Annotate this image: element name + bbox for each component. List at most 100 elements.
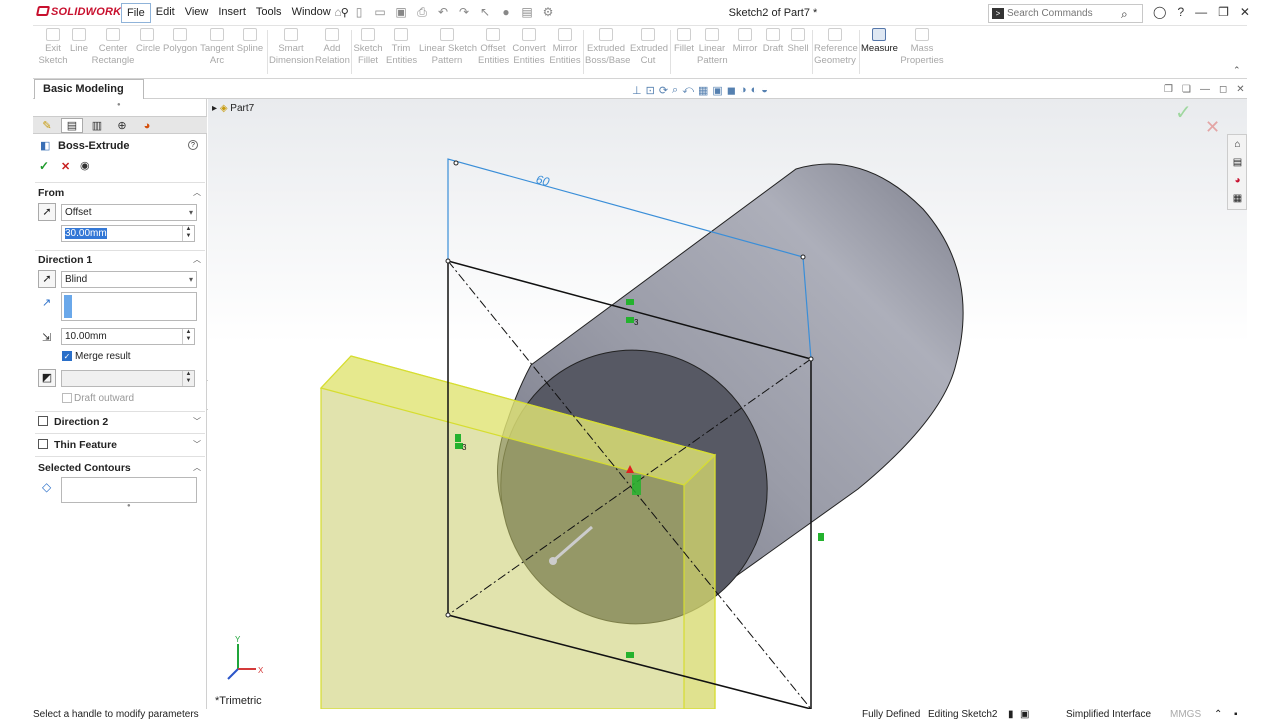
shell-button[interactable]: Shell — [787, 28, 809, 55]
appearance-icon[interactable]: ◐ — [751, 84, 758, 97]
restore-icon[interactable]: ❐ — [1218, 5, 1229, 19]
cancel-x-icon[interactable]: ✕ — [61, 160, 70, 173]
thin-feature-label[interactable]: Thin Feature — [54, 439, 117, 451]
rebuild-icon[interactable]: ● — [499, 6, 513, 19]
chevron-down-icon[interactable]: ﹀ — [193, 416, 201, 427]
chevron-up-icon[interactable]: ︿ — [193, 254, 201, 265]
vertical-relation-icon[interactable] — [818, 533, 824, 541]
menu-edit[interactable]: Edit — [151, 3, 180, 23]
offset-value-input[interactable]: 30.00mm ▲ ▼ — [61, 225, 195, 242]
direction1-section-header[interactable]: Direction 1 — [38, 254, 92, 266]
spinner-icon[interactable]: ▲ ▼ — [182, 329, 194, 344]
search-icon[interactable]: ⌕ — [1121, 7, 1128, 22]
draft-button[interactable]: Draft — [761, 28, 785, 55]
from-section-header[interactable]: From — [38, 187, 64, 199]
offset-entities-button[interactable]: Offset Entities — [478, 28, 509, 66]
polygon-button[interactable]: Polygon — [163, 28, 197, 55]
confirm-corner-cancel-icon[interactable]: ✕ — [1205, 117, 1220, 138]
mirror-button[interactable]: Mirror — [731, 28, 759, 55]
print-icon[interactable]: ⎙ — [415, 6, 429, 19]
direction2-checkbox[interactable] — [38, 416, 48, 426]
measure-button[interactable]: Measure — [861, 28, 898, 55]
center-rectangle-button[interactable]: Center Rectangle — [91, 28, 135, 66]
draft-toggle-icon[interactable]: ◩ — [38, 369, 56, 387]
scene-icon[interactable]: ◒ — [761, 84, 768, 97]
line-button[interactable]: Line — [69, 28, 89, 55]
convert-entities-button[interactable]: Convert Entities — [511, 28, 547, 66]
sketch-point[interactable] — [445, 612, 451, 618]
feature-tree-root[interactable]: ▸ ◈ Part7 — [212, 103, 254, 114]
minimize-icon[interactable]: — — [1195, 5, 1207, 19]
confirm-corner-ok-icon[interactable]: ✓ — [1175, 100, 1192, 125]
depth-input[interactable]: 10.00mm ▲ ▼ — [61, 328, 195, 345]
sketch-status-icon[interactable]: ▣ — [1020, 709, 1029, 721]
viewport-maximize-icon[interactable]: ◻ — [1219, 84, 1227, 95]
linear-sketch-pattern-button[interactable]: Linear Sketch Pattern — [419, 28, 477, 66]
search-commands[interactable]: > ⌕ — [988, 4, 1143, 23]
spinner-icon[interactable]: ▲ ▼ — [182, 371, 194, 386]
direction-handle[interactable] — [549, 557, 557, 565]
vertical-relation-icon[interactable] — [455, 434, 461, 442]
open-icon[interactable]: ▭ — [373, 6, 387, 19]
select-icon[interactable]: ↖ — [478, 6, 492, 19]
spline-button[interactable]: Spline — [236, 28, 264, 55]
help-icon[interactable]: ? — [188, 140, 198, 150]
options-gear-icon[interactable]: ⚙ — [541, 6, 555, 19]
collapse-ribbon-icon[interactable]: ⌃ — [1233, 65, 1241, 76]
property-manager-tab-icon[interactable]: ▤ — [61, 118, 83, 133]
midpoint-relation-icon[interactable] — [632, 475, 641, 495]
resize-handle-icon[interactable]: ● — [127, 503, 131, 509]
units-system[interactable]: MMGS — [1170, 709, 1201, 721]
hide-show-icon[interactable]: ◑ — [740, 84, 747, 97]
sketch-fillet-button[interactable]: Sketch Fillet — [353, 28, 383, 66]
end-condition-select[interactable]: Blind ▾ — [61, 271, 197, 288]
display-manager-tab-icon[interactable]: ◕ — [136, 118, 158, 133]
save-icon[interactable]: ▣ — [394, 6, 408, 19]
home-icon[interactable]: ⌂ — [331, 6, 345, 19]
search-input[interactable] — [1007, 6, 1117, 21]
add-relation-button[interactable]: Add Relation — [315, 28, 350, 66]
sketch-point[interactable] — [808, 356, 814, 362]
custom-properties-icon[interactable]: ▦ — [1231, 192, 1244, 205]
from-type-select[interactable]: Offset ▾ — [61, 204, 197, 221]
thin-feature-checkbox[interactable] — [38, 439, 48, 449]
new-document-icon[interactable]: ▯ — [352, 6, 366, 19]
horizontal-relation-icon[interactable] — [626, 299, 634, 305]
view-settings-icon[interactable]: ▣ — [712, 84, 722, 97]
menu-file[interactable]: File — [121, 3, 151, 23]
exit-sketch-button[interactable]: Exit Sketch — [38, 28, 68, 66]
resources-icon[interactable]: ⌂ — [1231, 138, 1244, 151]
merge-result-checkbox[interactable]: ✓ — [62, 351, 72, 361]
ok-checkmark-icon[interactable]: ✓ — [39, 159, 49, 173]
fillet-button[interactable]: Fillet — [672, 28, 696, 55]
dimension-handle[interactable] — [800, 254, 806, 260]
menu-window[interactable]: Window — [287, 3, 336, 23]
menu-tools[interactable]: Tools — [251, 3, 287, 23]
viewport-tile-icon[interactable]: ❏ — [1182, 84, 1191, 95]
horizontal-relation-icon[interactable] — [626, 652, 634, 658]
reverse-direction-icon[interactable]: ➚ — [38, 270, 56, 288]
reverse-direction-icon[interactable]: ➚ — [38, 203, 56, 221]
units-chevron-icon[interactable]: ⌃ — [1214, 709, 1222, 721]
zoom-area-icon[interactable]: ⌕ — [672, 84, 678, 97]
zoom-fit-icon[interactable]: ⊡ — [646, 84, 655, 97]
viewport-restore-icon[interactable]: ❐ — [1164, 84, 1173, 95]
display-style-icon[interactable]: ◼ — [727, 84, 736, 97]
rebuild-status-icon[interactable]: ▮ — [1008, 709, 1014, 721]
panel-handle-icon[interactable]: ● — [117, 102, 121, 108]
previous-view-icon[interactable]: ⤺ — [682, 84, 694, 97]
interface-mode[interactable]: Simplified Interface — [1066, 709, 1151, 721]
extruded-cut-button[interactable]: Extruded Cut — [630, 28, 668, 66]
viewport-close-icon[interactable]: ✕ — [1236, 84, 1244, 95]
menu-insert[interactable]: Insert — [213, 3, 251, 23]
draft-outward-checkbox[interactable] — [62, 393, 72, 403]
rotate-icon[interactable]: ⟳ — [659, 84, 668, 97]
view-orientation-icon[interactable]: ⊥ — [632, 84, 642, 97]
configuration-manager-tab-icon[interactable]: ▥ — [86, 118, 108, 133]
expand-icon[interactable]: ▸ — [212, 103, 217, 114]
section-view-icon[interactable]: ▦ — [698, 84, 708, 97]
help-icon[interactable]: ? — [1177, 5, 1184, 19]
preview-eye-icon[interactable]: ◉ — [80, 159, 90, 172]
tangent-arc-button[interactable]: Tangent Arc — [200, 28, 234, 66]
chevron-up-icon[interactable]: ︿ — [193, 462, 201, 473]
